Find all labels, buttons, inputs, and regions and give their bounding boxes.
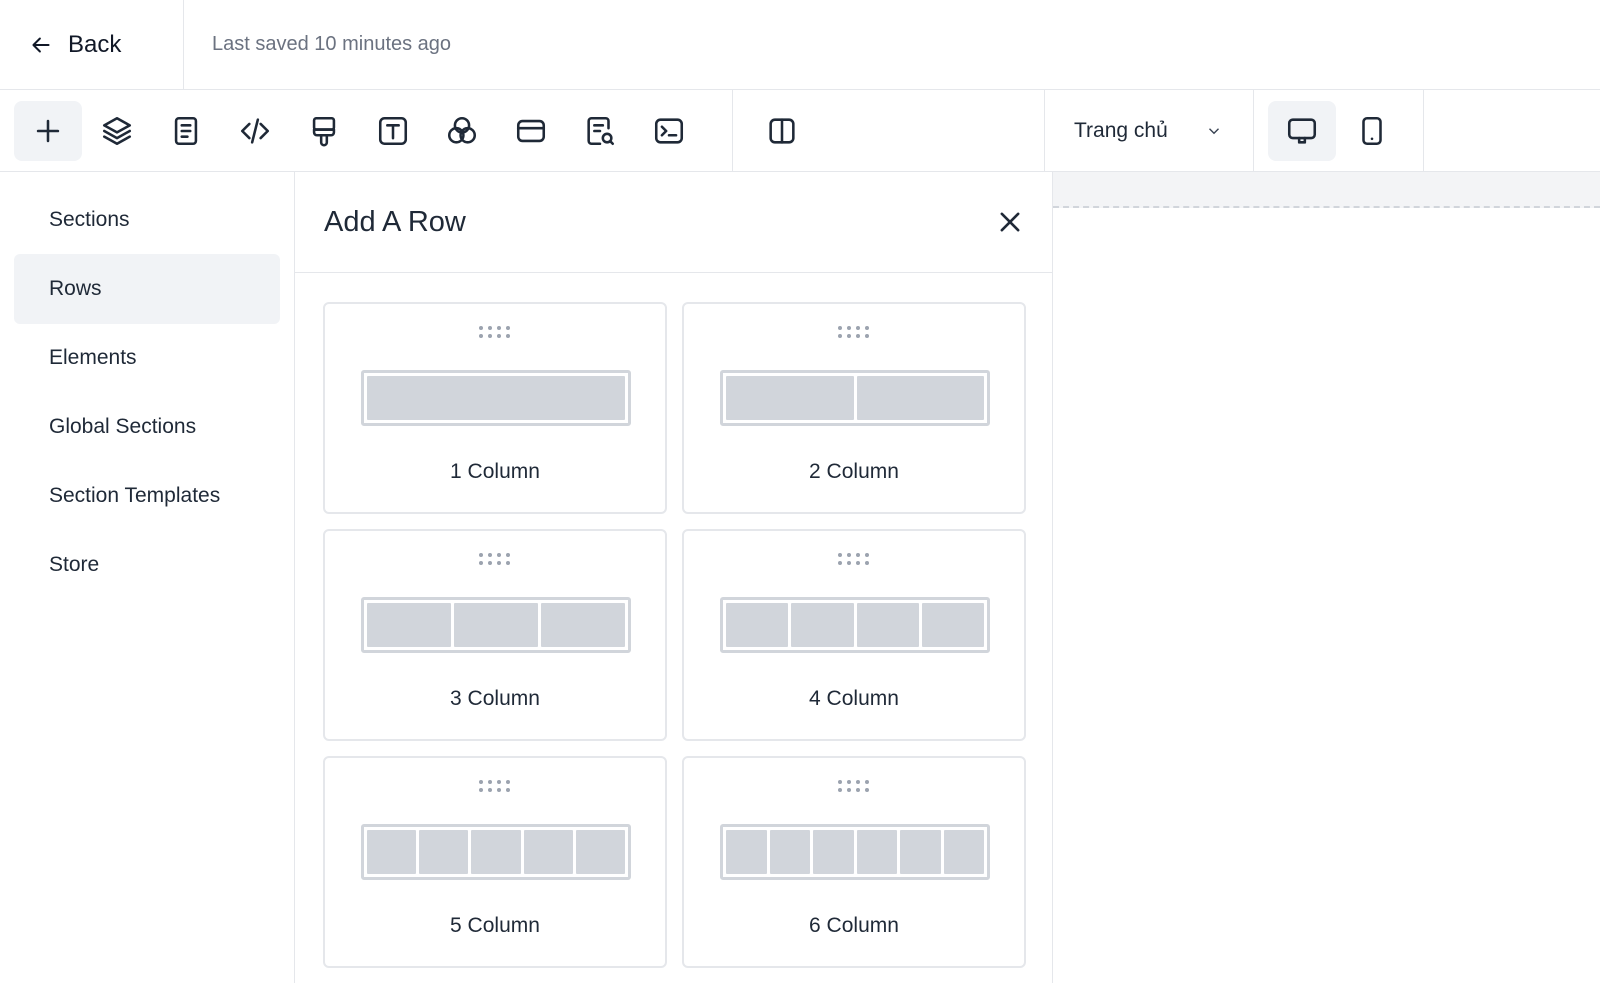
sidebar-item-elements[interactable]: Elements [14, 323, 280, 393]
row-option-label: 2 Column [809, 460, 899, 483]
sidebar-item-store[interactable]: Store [14, 530, 280, 600]
plus-icon [36, 119, 60, 143]
column-layout-preview [720, 370, 990, 426]
canvas-section-band [1053, 172, 1600, 208]
code-button[interactable] [221, 101, 289, 161]
row-option-5-column[interactable]: 5 Column [323, 756, 667, 968]
row-option-label: 1 Column [450, 460, 540, 483]
layers-icon [102, 116, 132, 146]
column-block [856, 376, 984, 420]
seo-button[interactable] [566, 101, 634, 161]
popup-button[interactable] [497, 101, 565, 161]
column-block [921, 603, 984, 647]
column-block [471, 830, 521, 874]
column-block [454, 603, 538, 647]
column-block [726, 603, 789, 647]
toolbar-divider [1253, 90, 1254, 172]
panel-title: Add A Row [324, 205, 466, 238]
row-option-6-column[interactable]: 6 Column [682, 756, 1026, 968]
back-button[interactable]: Back [0, 0, 184, 89]
drag-handle-icon[interactable] [838, 326, 870, 340]
page-canvas[interactable] [1053, 172, 1600, 983]
column-block [769, 830, 810, 874]
column-layout-preview [361, 370, 631, 426]
column-layout-preview [361, 597, 631, 653]
arrow-left-icon [32, 37, 50, 52]
colors-button[interactable] [428, 101, 496, 161]
sidebar-item-sections[interactable]: Sections [14, 185, 280, 255]
close-icon [1000, 212, 1020, 232]
column-block [726, 830, 767, 874]
row-option-1-column[interactable]: 1 Column [323, 302, 667, 514]
column-layout-preview [720, 597, 990, 653]
browser-window-icon [516, 119, 546, 143]
column-layout-preview [361, 824, 631, 880]
text-icon [378, 116, 408, 146]
column-block [791, 603, 854, 647]
top-bar: Back Last saved 10 minutes ago [0, 0, 1600, 90]
document-icon [174, 116, 198, 146]
toolbar-divider [1423, 90, 1424, 172]
typography-button[interactable] [359, 101, 427, 161]
page-select[interactable]: Trang chủ [1045, 90, 1253, 172]
column-block [575, 830, 626, 874]
split-view-button[interactable] [748, 101, 816, 161]
row-option-2-column[interactable]: 2 Column [682, 302, 1026, 514]
row-option-3-column[interactable]: 3 Column [323, 529, 667, 741]
layers-button[interactable] [83, 101, 151, 161]
add-menu-sidebar: Sections Rows Elements Global Sections S… [0, 172, 295, 983]
mobile-view-button[interactable] [1338, 101, 1406, 161]
paint-brush-icon [312, 116, 336, 147]
terminal-icon [654, 118, 684, 144]
chevron-down-icon [1209, 128, 1219, 135]
styles-button[interactable] [290, 101, 358, 161]
code-icon [240, 118, 270, 144]
add-row-panel: Add A Row 1 Column 2 Column 3 Column 4 Colu… [295, 172, 1053, 983]
last-saved-status: Last saved 10 minutes ago [212, 33, 452, 55]
row-option-label: 3 Column [450, 687, 540, 710]
column-block [900, 830, 941, 874]
column-block [523, 830, 573, 874]
column-block [943, 830, 984, 874]
column-block [856, 830, 897, 874]
drag-handle-icon[interactable] [479, 553, 511, 567]
drag-handle-icon[interactable] [479, 780, 511, 794]
sidebar-item-rows[interactable]: Rows [14, 254, 280, 324]
drag-handle-icon[interactable] [838, 780, 870, 794]
close-panel-button[interactable] [992, 204, 1028, 240]
page-select-value: Trang chủ [1074, 119, 1168, 142]
row-option-label: 6 Column [809, 914, 899, 937]
column-layout-preview [720, 824, 990, 880]
sidebar-item-global-sections[interactable]: Global Sections [14, 392, 280, 462]
column-block [856, 603, 919, 647]
add-button[interactable] [14, 101, 82, 161]
toolbar-divider [732, 90, 733, 172]
column-block [541, 603, 625, 647]
back-label: Back [68, 30, 122, 58]
sidebar-item-section-templates[interactable]: Section Templates [14, 461, 280, 531]
tracking-code-button[interactable] [635, 101, 703, 161]
mobile-icon [1362, 116, 1382, 146]
row-option-label: 5 Column [450, 914, 540, 937]
row-option-4-column[interactable]: 4 Column [682, 529, 1026, 741]
column-block [367, 830, 417, 874]
column-block [367, 376, 625, 420]
editor-toolbar: Trang chủ [0, 90, 1600, 172]
column-block [813, 830, 854, 874]
pages-button[interactable] [152, 101, 220, 161]
desktop-view-button[interactable] [1268, 101, 1336, 161]
drag-handle-icon[interactable] [838, 553, 870, 567]
drag-handle-icon[interactable] [479, 326, 511, 340]
column-block [367, 603, 451, 647]
panel-header: Add A Row [295, 172, 1052, 273]
document-search-icon [587, 116, 615, 146]
column-block [726, 376, 854, 420]
split-view-icon [769, 118, 795, 144]
desktop-icon [1287, 118, 1317, 144]
color-circles-icon [447, 116, 477, 144]
column-block [419, 830, 469, 874]
row-option-label: 4 Column [809, 687, 899, 710]
